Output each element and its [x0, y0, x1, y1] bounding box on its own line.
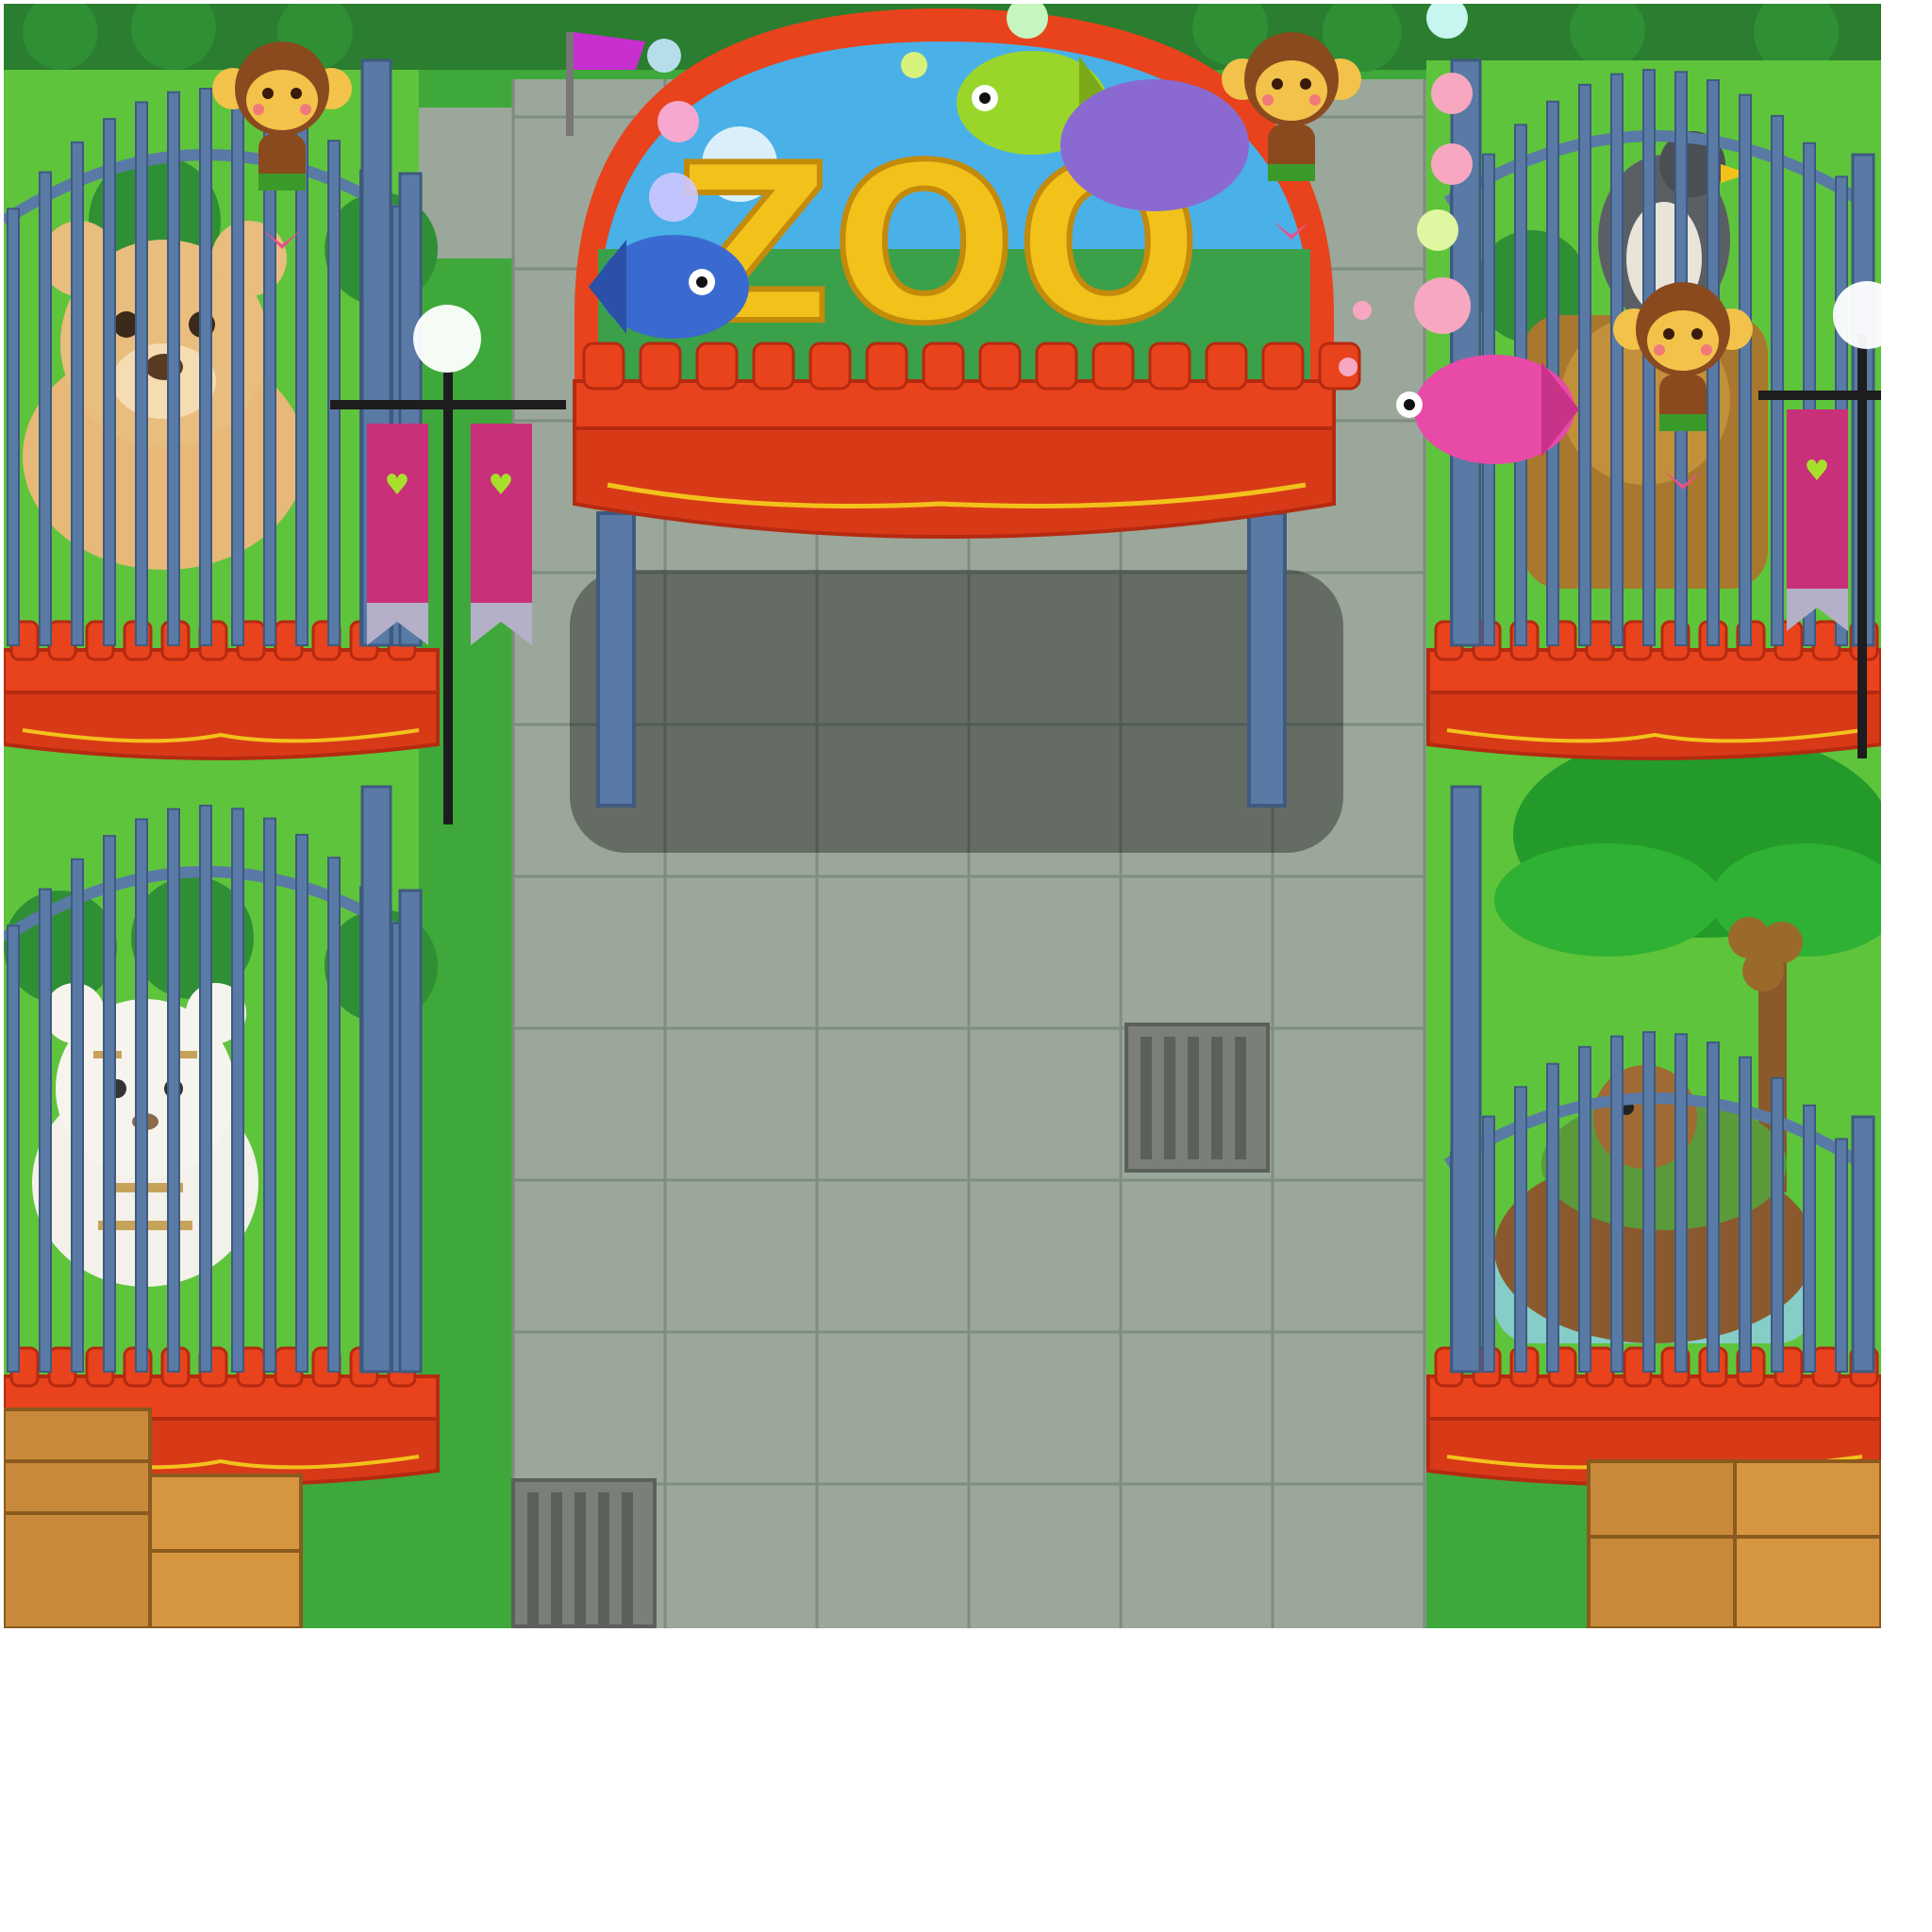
banner: ♥	[367, 424, 428, 645]
banner: ♥	[471, 424, 532, 645]
svg-text:♥: ♥	[489, 469, 514, 502]
svg-text:♥: ♥	[1805, 455, 1830, 488]
banner: ♥	[1787, 409, 1848, 631]
whale-decoration	[1060, 79, 1249, 211]
drain-grate	[511, 1478, 657, 1628]
svg-text:♥: ♥	[385, 469, 410, 502]
drain-grate	[1124, 1023, 1270, 1173]
arch-shadow	[570, 570, 1343, 853]
zoo-scene-canvas: ♥ ♥ ♥ ZOO	[4, 4, 1881, 1628]
crate-stack	[1587, 1459, 1881, 1628]
zoo-scene: ♥ ♥ ♥ ZOO	[4, 4, 1881, 1628]
